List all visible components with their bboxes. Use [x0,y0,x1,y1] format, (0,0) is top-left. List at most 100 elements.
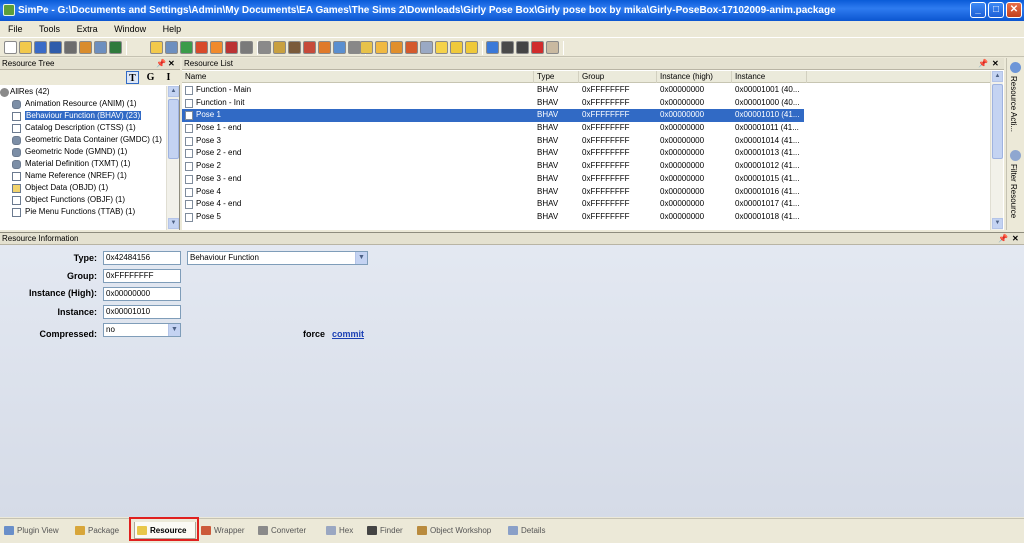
tree-root[interactable]: AllRes (42) [0,86,166,98]
toolbar-button-icon[interactable] [450,41,463,54]
toolbar-button-icon[interactable] [360,41,373,54]
menu-extra[interactable]: Extra [71,21,104,37]
list-row[interactable]: Pose 4 BHAV 0xFFFFFFFF 0x00000000 0x00001016… [182,186,990,199]
pin-icon[interactable]: 📌 [978,58,988,69]
close-button[interactable]: ✕ [1006,2,1022,18]
tree-item[interactable]: Geometric Node (GMND) (1) [0,146,166,158]
scroll-down-icon[interactable]: ▼ [992,218,1003,229]
pin-icon[interactable]: 📌 [156,58,166,69]
toolbar-button-icon[interactable] [333,41,346,54]
list-row[interactable]: Pose 3 BHAV 0xFFFFFFFF 0x00000000 0x00001014… [182,135,990,148]
close-icon[interactable]: ✕ [168,58,175,69]
tree-item[interactable]: Material Definition (TXMT) (1) [0,158,166,170]
list-row[interactable]: Pose 2 - end BHAV 0xFFFFFFFF 0x00000000 0x00… [182,147,990,160]
pin-icon[interactable]: 📌 [998,233,1008,244]
toolbar-button-icon[interactable] [375,41,388,54]
toolbar-button-icon[interactable] [64,41,77,54]
type-name-select[interactable]: Behaviour Function ▼ [187,251,368,265]
group-field[interactable]: 0xFFFFFFFF [103,269,181,283]
tab-details[interactable]: Details [506,522,554,539]
tree-item[interactable]: Behaviour Function (BHAV) (23) [0,110,166,122]
column-type[interactable]: Type [534,71,579,83]
scroll-up-icon[interactable]: ▲ [992,71,1003,82]
close-icon[interactable]: ✕ [992,58,999,69]
tree-item[interactable]: Catalog Description (CTSS) (1) [0,122,166,134]
tree-item[interactable]: Object Data (OBJD) (1) [0,182,166,194]
toolbar-button-icon[interactable] [486,41,499,54]
toolbar-button-icon[interactable] [531,41,544,54]
toolbar-button-icon[interactable] [435,41,448,54]
commit-link[interactable]: commit [332,329,364,339]
scroll-up-icon[interactable]: ▲ [168,86,179,97]
list-row[interactable]: Function - Init BHAV 0xFFFFFFFF 0x00000000 0… [182,97,990,110]
scroll-down-icon[interactable]: ▼ [168,218,179,229]
toolbar-button-icon[interactable] [501,41,514,54]
menu-help[interactable]: Help [157,21,188,37]
tree-item[interactable]: Name Reference (NREF) (1) [0,170,166,182]
tree-scrollbar[interactable]: ▲ ▼ [166,86,179,230]
list-scrollbar[interactable]: ▲ ▼ [990,71,1003,230]
tree-item[interactable]: Pie Menu Functions (TTAB) (1) [0,206,166,218]
toolbar-button-icon[interactable] [465,41,478,54]
list-row[interactable]: Pose 2 BHAV 0xFFFFFFFF 0x00000000 0x00001012… [182,160,990,173]
scroll-thumb[interactable] [168,99,179,159]
tab-object-workshop[interactable]: Object Workshop [415,522,503,539]
toolbar-button-icon[interactable] [195,41,208,54]
toolbar-button-icon[interactable] [516,41,529,54]
toolbar-button-icon[interactable] [34,41,47,54]
toolbar-button-icon[interactable] [420,41,433,54]
toolbar-button-icon[interactable] [303,41,316,54]
tree-item[interactable]: Animation Resource (ANIM) (1) [0,98,166,110]
instance-high-field[interactable]: 0x00000000 [103,287,181,301]
toolbar-button-icon[interactable] [49,41,62,54]
toolbar-button-icon[interactable] [165,41,178,54]
toolbar-button-icon[interactable] [180,41,193,54]
list-row[interactable]: Pose 1 BHAV 0xFFFFFFFF 0x00000000 0x00001010… [182,109,804,123]
toolbar-button-icon[interactable] [210,41,223,54]
compressed-select[interactable]: no ▼ [103,323,181,337]
toolbar-button-icon[interactable] [19,41,32,54]
chevron-down-icon[interactable]: ▼ [355,252,367,264]
minimize-button[interactable]: _ [970,2,986,18]
tab-filter-resource[interactable]: Filter Resource [1009,164,1018,218]
tab-converter[interactable]: Converter [256,522,321,539]
type-field[interactable]: 0x42484156 [103,251,181,265]
tab-finder[interactable]: Finder [365,522,412,539]
tree-instance-button[interactable]: I [162,71,175,84]
toolbar-button-icon[interactable] [150,41,163,54]
toolbar-button-icon[interactable] [79,41,92,54]
tree-item[interactable]: Object Functions (OBJF) (1) [0,194,166,206]
toolbar-button-icon[interactable] [258,41,271,54]
menu-window[interactable]: Window [108,21,152,37]
toolbar-button-icon[interactable] [546,41,559,54]
menu-file[interactable]: File [2,21,29,37]
tab-package[interactable]: Package [73,522,131,539]
toolbar-button-icon[interactable] [94,41,107,54]
maximize-button[interactable]: □ [988,2,1004,18]
tab-hex[interactable]: Hex [324,522,362,539]
list-row[interactable]: Pose 3 - end BHAV 0xFFFFFFFF 0x00000000 0x00… [182,173,990,186]
toolbar-button-icon[interactable] [225,41,238,54]
list-row[interactable]: Pose 5 BHAV 0xFFFFFFFF 0x00000000 0x00001018… [182,211,990,224]
tree-item[interactable]: Geometric Data Container (GMDC) (1) [0,134,166,146]
menu-tools[interactable]: Tools [33,21,66,37]
chevron-down-icon[interactable]: ▼ [168,324,180,336]
close-icon[interactable]: ✕ [1012,233,1019,244]
tree-group-button[interactable]: G [144,71,157,84]
toolbar-button-icon[interactable] [390,41,403,54]
column-group[interactable]: Group [579,71,657,83]
tab-resource-actions[interactable]: Resource Acti... [1009,76,1018,132]
toolbar-button-icon[interactable] [273,41,286,54]
column-name[interactable]: Name [182,71,534,83]
toolbar-button-icon[interactable] [288,41,301,54]
column-instance[interactable]: Instance [732,71,807,83]
list-row[interactable]: Pose 1 - end BHAV 0xFFFFFFFF 0x00000000 0x00… [182,122,990,135]
tree-type-button[interactable]: T [126,71,139,84]
tab-wrapper[interactable]: Wrapper [199,522,253,539]
toolbar-button-icon[interactable] [318,41,331,54]
toolbar-button-icon[interactable] [4,41,17,54]
list-row[interactable]: Function - Main BHAV 0xFFFFFFFF 0x00000000 0… [182,84,990,97]
toolbar-button-icon[interactable] [240,41,253,54]
toolbar-button-icon[interactable] [405,41,418,54]
column-instance-high[interactable]: Instance (high) [657,71,732,83]
